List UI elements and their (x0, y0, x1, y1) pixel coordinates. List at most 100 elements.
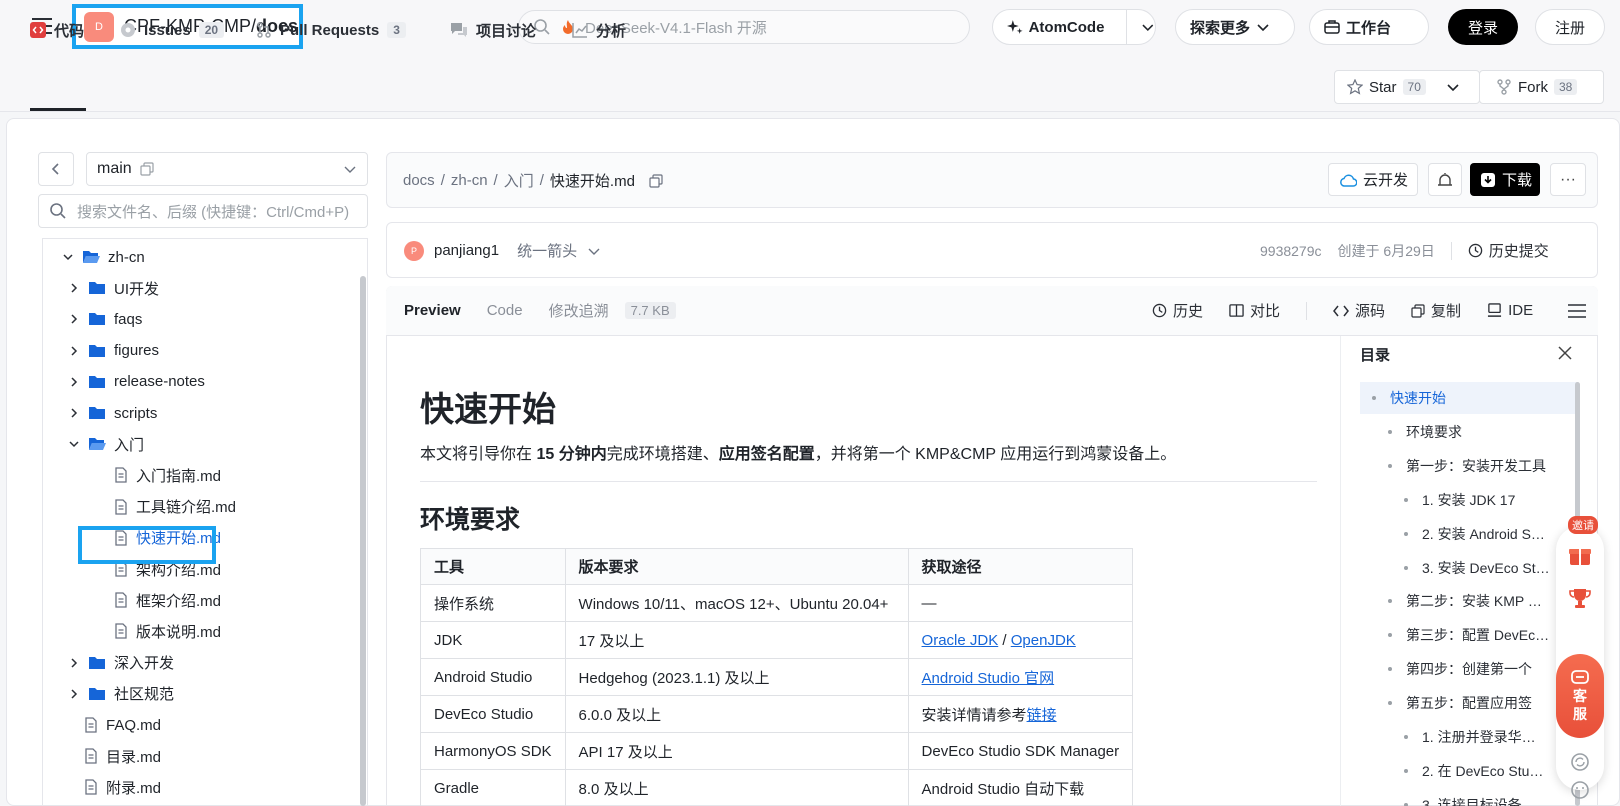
file-tree-scrollbar[interactable] (360, 276, 366, 806)
author-avatar: P (404, 240, 424, 261)
table-cell: DevEco Studio (420, 695, 566, 733)
star-button[interactable]: Star 70 (1334, 70, 1480, 104)
tab-issues[interactable]: Issues 20 (120, 16, 225, 44)
folder-icon (88, 344, 106, 358)
commit-hash[interactable]: 9938279c (1260, 243, 1322, 259)
file-tree-file[interactable]: 版本说明.md (114, 616, 221, 646)
toc-item[interactable]: 2. 在 DevEco Stu… (1404, 761, 1574, 781)
commit-author[interactable]: panjiang1 (434, 242, 499, 259)
history-button[interactable]: 历史 (1152, 300, 1203, 321)
breadcrumb-rumen[interactable]: 入门 (504, 170, 534, 191)
copy-icon[interactable] (649, 173, 663, 188)
ide-button[interactable]: IDE (1487, 302, 1533, 319)
atomcode-button[interactable]: AtomCode (992, 9, 1156, 45)
tab-discussions[interactable]: 项目讨论 (450, 16, 536, 44)
toc-item[interactable]: 第一步：安装开发工具 (1388, 456, 1574, 476)
chevron-right-icon[interactable] (68, 657, 80, 669)
register-button[interactable]: 注册 (1535, 9, 1605, 45)
chevron-right-icon[interactable] (68, 313, 80, 325)
file-tree-folder[interactable]: release-notes (68, 367, 205, 397)
toc-item[interactable]: 1. 安装 JDK 17 (1404, 490, 1574, 510)
toc-toggle-icon[interactable] (1567, 303, 1587, 319)
toc-item[interactable]: 3. 连接目标设备 (1404, 795, 1574, 806)
deveco-install-link[interactable]: 链接 (1027, 707, 1057, 724)
toc-item[interactable]: 第五步：配置应用签 (1388, 693, 1574, 713)
file-tree-file[interactable]: 附录.md (84, 772, 161, 802)
copy-icon[interactable] (140, 162, 154, 176)
chevron-right-icon[interactable] (68, 345, 80, 357)
toc-item[interactable]: 快速开始 (1372, 388, 1574, 408)
file-tree-folder[interactable]: figures (68, 336, 159, 366)
tab-code[interactable]: 代码 (30, 16, 84, 44)
chevron-right-icon[interactable] (68, 376, 80, 388)
report-button[interactable] (1428, 163, 1462, 196)
tab-code-view[interactable]: Code (487, 302, 523, 319)
toc-item[interactable]: 环境要求 (1388, 422, 1574, 442)
breadcrumb-zh-cn[interactable]: zh-cn (451, 172, 488, 189)
branch-selector[interactable]: main (86, 152, 368, 186)
file-tree-file[interactable]: 框架介绍.md (114, 585, 221, 615)
tab-preview[interactable]: Preview (404, 302, 461, 319)
android-studio-link[interactable]: Android Studio 官网 (922, 670, 1055, 687)
chevron-down-icon[interactable] (587, 244, 601, 258)
file-tree-folder[interactable]: zh-cn (62, 242, 145, 272)
oracle-jdk-link[interactable]: Oracle JDK (922, 632, 999, 649)
chevron-right-icon[interactable] (68, 688, 80, 700)
toc-item[interactable]: 3. 安装 DevEco St… (1404, 558, 1574, 578)
trophy-icon[interactable] (1568, 586, 1592, 610)
copy-button[interactable]: 复制 (1411, 300, 1461, 321)
smile-icon[interactable] (1570, 780, 1590, 800)
explore-more-button[interactable]: 探索更多 (1175, 9, 1295, 45)
file-tree-folder[interactable]: faqs (68, 304, 142, 334)
file-search-input[interactable]: 搜索文件名、后缀 (快捷键：Ctrl/Cmd+P) (38, 194, 368, 228)
file-tree-file[interactable]: 工具链介绍.md (114, 492, 236, 522)
toc-title: 目录 (1360, 347, 1391, 364)
chevron-down-icon[interactable] (1141, 20, 1155, 34)
tab-blame[interactable]: 修改追溯 (549, 300, 609, 321)
refresh-icon[interactable] (1570, 752, 1590, 772)
close-icon[interactable] (1556, 344, 1574, 362)
toc-divider (1340, 336, 1341, 806)
file-tree-folder[interactable]: 入门 (68, 429, 144, 459)
issue-icon (121, 23, 135, 37)
breadcrumb-docs[interactable]: docs (403, 172, 435, 189)
workbench-button[interactable]: 工作台 (1309, 9, 1429, 45)
toc-item[interactable]: 第二步：安装 KMP … (1388, 591, 1574, 611)
toc-item[interactable]: 第三步：配置 DevEc… (1388, 625, 1574, 645)
file-tree-folder[interactable]: scripts (68, 398, 157, 428)
clock-icon (1468, 243, 1483, 258)
compare-button[interactable]: 对比 (1229, 300, 1280, 321)
chevron-down-icon[interactable] (62, 251, 74, 263)
commit-message[interactable]: 统一箭头 (517, 240, 577, 261)
collapse-sidebar-button[interactable] (38, 152, 74, 186)
file-tree-folder[interactable]: UI开发 (68, 273, 159, 303)
table-cell: JDK (420, 621, 566, 659)
cloud-dev-button[interactable]: 云开发 (1328, 163, 1418, 196)
file-tree-folder[interactable]: 社区规范 (68, 679, 174, 709)
file-tree-file[interactable]: FAQ.md (84, 710, 161, 740)
invite-badge[interactable]: 邀请 (1568, 516, 1598, 534)
chevron-right-icon[interactable] (68, 407, 80, 419)
folder-icon (88, 375, 106, 389)
gift-icon[interactable] (1568, 544, 1592, 566)
toc-item[interactable]: 第四步：创建第一个 (1388, 659, 1574, 679)
file-tree-folder[interactable]: 深入开发 (68, 648, 174, 678)
login-button[interactable]: 登录 (1448, 9, 1518, 45)
chevron-down-icon[interactable] (68, 438, 80, 450)
source-button[interactable]: 源码 (1333, 300, 1385, 321)
file-tree-file[interactable]: 目录.md (84, 741, 161, 771)
customer-service-button[interactable]: 客 服 (1556, 654, 1604, 738)
file-tree-file[interactable]: 入门指南.md (114, 460, 221, 490)
chevron-right-icon[interactable] (68, 282, 80, 294)
toc-item[interactable]: 1. 注册并登录华… (1404, 727, 1574, 747)
chevron-down-icon[interactable] (1446, 80, 1460, 94)
download-button[interactable]: 下载 (1470, 163, 1540, 196)
more-actions-button[interactable]: ··· (1550, 163, 1586, 196)
history-commits-link[interactable]: 历史提交 (1468, 240, 1549, 261)
file-tree-label: zh-cn (108, 248, 145, 266)
openjdk-link[interactable]: OpenJDK (1011, 632, 1076, 649)
tab-pull-requests[interactable]: Pull Requests 3 (256, 16, 406, 44)
tab-analytics[interactable]: 分析 (572, 16, 626, 44)
toc-item[interactable]: 2. 安装 Android S… (1404, 524, 1574, 544)
fork-button[interactable]: Fork 38 (1479, 70, 1604, 104)
